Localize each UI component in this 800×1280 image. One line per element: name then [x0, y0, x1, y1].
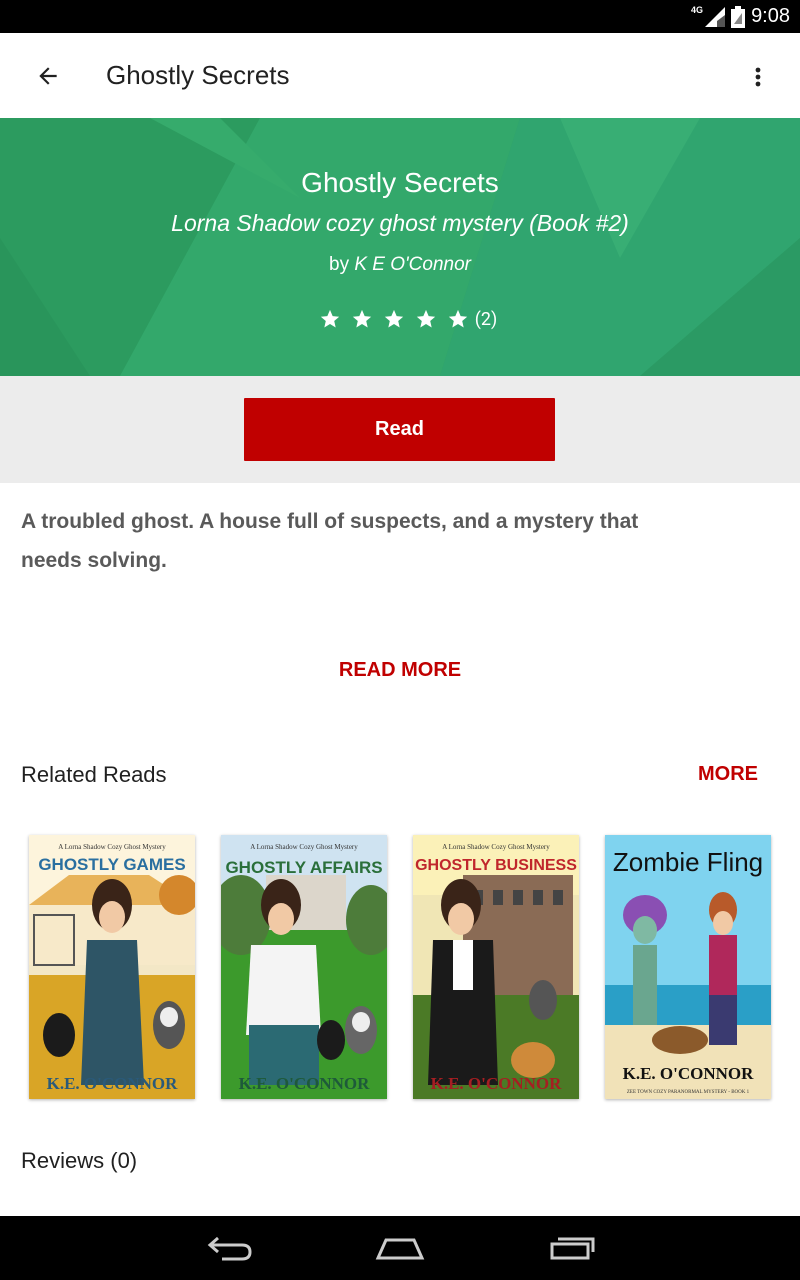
- book-author: by K E O'Connor: [0, 254, 800, 276]
- signal-icon: [705, 6, 726, 27]
- more-vert-icon: [755, 67, 761, 87]
- author-prefix: by: [329, 254, 350, 275]
- cover-series-line: A Lorna Shadow Cozy Ghost Mystery: [442, 843, 550, 851]
- star-rating: [319, 308, 469, 330]
- book-hero: Ghostly Secrets Lorna Shadow cozy ghost …: [0, 118, 800, 376]
- status-icons: 4G 9:08: [691, 0, 790, 33]
- nav-recents-button[interactable]: [532, 1224, 612, 1272]
- related-more-link[interactable]: MORE: [698, 763, 758, 786]
- cover-series-line: A Lorna Shadow Cozy Ghost Mystery: [250, 843, 358, 851]
- cover-author: K.E. O'CONNOR: [623, 1064, 755, 1083]
- back-button[interactable]: [24, 53, 72, 99]
- battery-icon: [731, 5, 746, 28]
- star-icon: [448, 309, 467, 328]
- cover-footer: ZEE TOWN COZY PARANORMAL MYSTERY - BOOK …: [627, 1090, 750, 1095]
- rating: (2): [0, 308, 800, 330]
- rating-count: (2): [474, 308, 498, 330]
- related-book-cover[interactable]: A Lorna Shadow Cozy Ghost Mystery GHOSTL…: [413, 835, 579, 1099]
- book-title: Ghostly Secrets: [301, 167, 499, 198]
- nav-recents-icon: [550, 1237, 595, 1260]
- star-icon: [384, 309, 403, 328]
- star-icon: [352, 309, 371, 328]
- nav-back-button[interactable]: [190, 1224, 270, 1272]
- reviews-heading: Reviews (0): [21, 1148, 138, 1173]
- cover-series-line: A Lorna Shadow Cozy Ghost Mystery: [58, 843, 166, 851]
- related-book-cover[interactable]: Zombie Fling K.E. O'CONNOR ZEE TOWN COZY…: [605, 835, 771, 1099]
- status-bar: 4G 9:08: [0, 0, 800, 33]
- cover-title: GHOSTLY BUSINESS: [415, 857, 577, 874]
- cover-title: GHOSTLY GAMES: [38, 855, 185, 874]
- clock: 9:08: [751, 5, 790, 27]
- nav-home-icon: [375, 1238, 425, 1260]
- network-type-label: 4G: [691, 4, 704, 15]
- cover-author: K.E. O'CONNOR: [239, 1074, 371, 1093]
- cover-title: Zombie Fling: [613, 847, 763, 877]
- nav-back-icon: [207, 1236, 252, 1261]
- read-button[interactable]: Read: [244, 398, 555, 461]
- related-reads-heading: Related Reads: [21, 762, 167, 787]
- related-covers-row: A Lorna Shadow Cozy Ghost Mystery GHOSTL…: [0, 835, 800, 1099]
- related-book-cover[interactable]: A Lorna Shadow Cozy Ghost Mystery GHOSTL…: [221, 835, 387, 1099]
- hero-background-pattern: [0, 118, 800, 376]
- read-action-band: Read: [0, 376, 800, 483]
- book-description: A troubled ghost. A house full of suspec…: [21, 510, 639, 572]
- star-icon: [320, 309, 339, 328]
- system-nav-bar: [0, 1216, 800, 1280]
- app-bar-title: Ghostly Secrets: [106, 60, 290, 90]
- read-more-link[interactable]: READ MORE: [0, 659, 800, 682]
- overflow-menu-button[interactable]: [734, 55, 782, 99]
- nav-home-button[interactable]: [360, 1224, 440, 1272]
- cover-title: GHOSTLY AFFAIRS: [225, 858, 382, 877]
- star-icon: [416, 309, 435, 328]
- related-book-cover[interactable]: A Lorna Shadow Cozy Ghost Mystery GHOSTL…: [29, 835, 195, 1099]
- book-series: Lorna Shadow cozy ghost mystery (Book #2…: [171, 210, 629, 236]
- author-name: K E O'Connor: [354, 254, 471, 275]
- app-bar: Ghostly Secrets: [0, 33, 800, 118]
- arrow-back-icon: [39, 67, 57, 85]
- cover-author: K.E. O'CONNOR: [47, 1074, 179, 1093]
- cover-author: K.E. O'CONNOR: [431, 1074, 563, 1093]
